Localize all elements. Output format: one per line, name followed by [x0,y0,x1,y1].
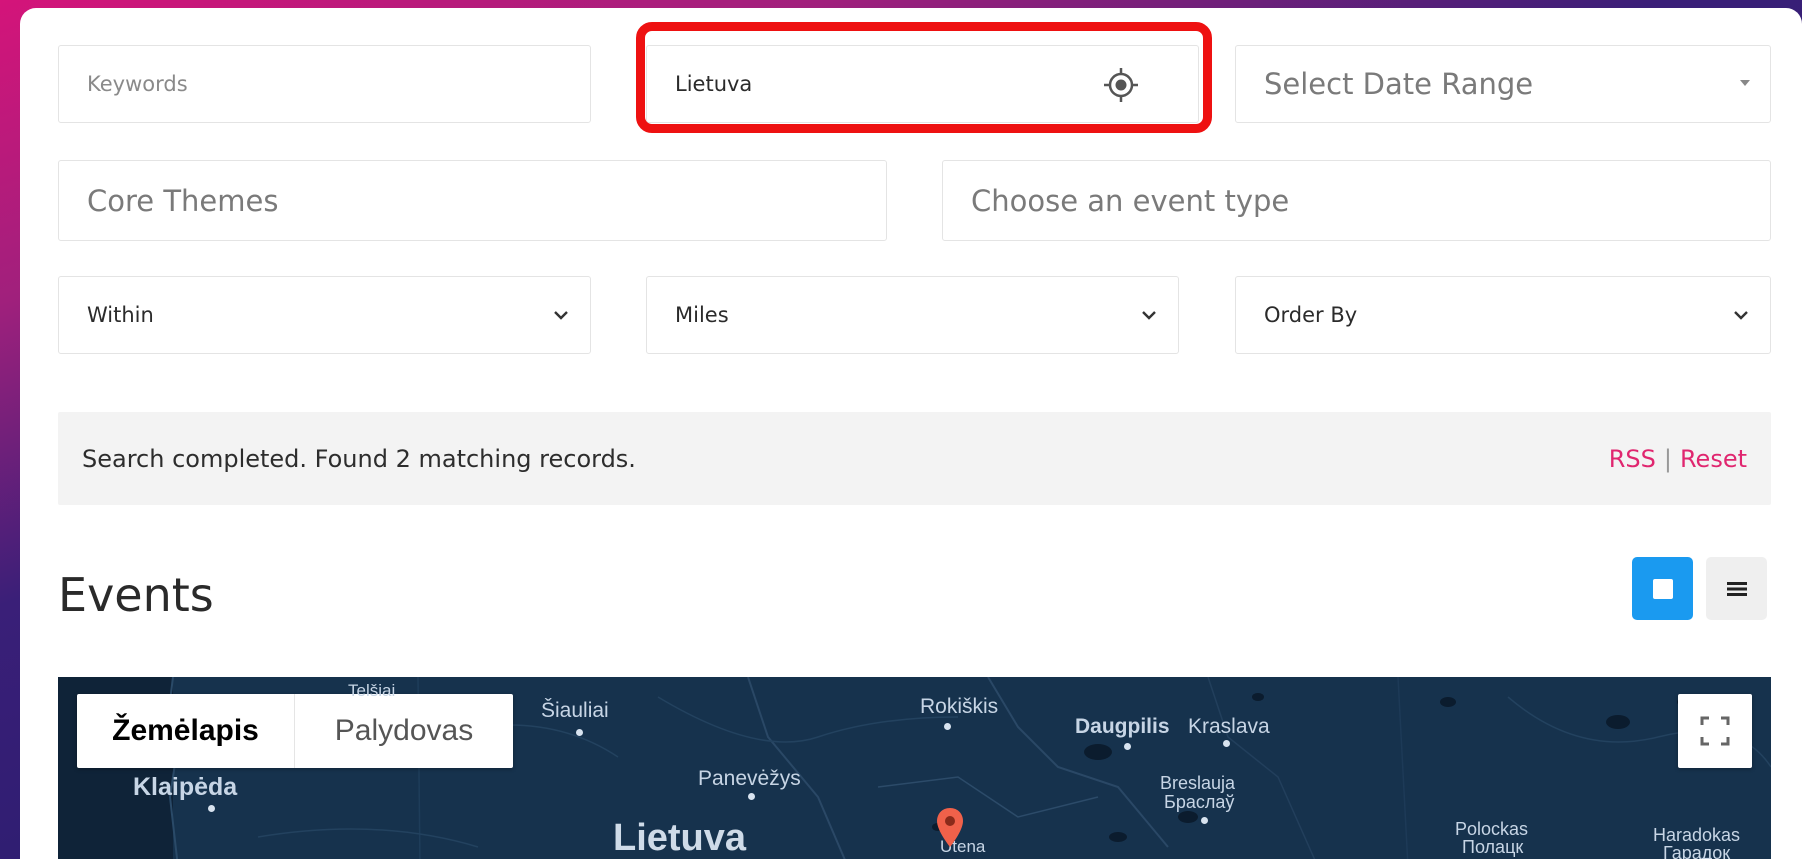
map-label-panevezys: Panevėžys [698,767,801,790]
caret-down-icon [1740,80,1750,86]
map-label-klaipeda: Klaipėda [133,773,238,801]
within-select[interactable]: Within [58,276,591,354]
tab-map[interactable]: Žemėlapis [77,694,295,768]
chevron-down-icon [554,311,568,320]
link-separator: | [1663,444,1672,473]
map-label-kraslava: Kraslava [1188,715,1270,738]
map-label-daugpilis: Daugpilis [1075,715,1170,738]
tab-satellite[interactable]: Palydovas [295,694,513,768]
order-by-label: Order By [1264,303,1358,327]
map-label-braslau: Браслаў [1164,792,1235,812]
map-type-tabs: Žemėlapis Palydovas [77,694,513,768]
reset-link[interactable]: Reset [1680,445,1747,473]
keywords-input[interactable]: Keywords [58,45,591,123]
location-value: Lietuva [675,72,753,96]
map-label-haradok: Гарадок [1663,843,1731,859]
within-label: Within [87,303,154,327]
date-range-select[interactable]: Select Date Range [1235,45,1771,123]
locate-icon[interactable] [1102,66,1140,104]
status-links: RSS | Reset [1609,445,1747,473]
grid-view-button[interactable] [1632,557,1693,620]
keywords-placeholder: Keywords [87,72,188,96]
search-status-message: Search completed. Found 2 matching recor… [82,444,636,473]
order-by-select[interactable]: Order By [1235,276,1771,354]
map-label-polack: Полацк [1462,837,1524,857]
list-icon [1726,581,1747,596]
map-label-polockas: Polockas [1455,819,1529,839]
map-city-dot [944,723,951,730]
map-city-dot [748,793,755,800]
map-label-siauliai: Šiauliai [541,699,609,722]
map-label-haradokas: Haradokas [1653,825,1741,845]
chevron-down-icon [1734,311,1748,320]
rss-link[interactable]: RSS [1609,445,1656,473]
map-city-dot [208,805,215,812]
square-icon [1652,578,1673,599]
events-map[interactable]: Žemėlapis Palydovas Telšiai Šiauliai Kla… [58,677,1771,859]
event-type-select[interactable]: Choose an event type [942,160,1771,241]
location-input[interactable]: Lietuva [646,45,1199,123]
fullscreen-icon [1700,716,1730,746]
map-label-rokiskis: Rokiškis [920,695,999,718]
map-label-telsiai: Telšiai [348,681,396,700]
event-type-placeholder: Choose an event type [971,183,1290,218]
map-city-dot [576,729,583,736]
date-range-placeholder: Select Date Range [1264,67,1534,101]
map-marker-icon[interactable] [935,807,965,849]
search-panel: Keywords Lietuva Select Date Range Core … [20,8,1802,859]
core-themes-placeholder: Core Themes [87,183,279,218]
map-label-lietuva: Lietuva [613,817,747,859]
chevron-down-icon [1142,311,1156,320]
search-status-bar: Search completed. Found 2 matching recor… [58,412,1771,505]
list-view-button[interactable] [1706,557,1767,620]
map-city-dot [1201,817,1208,824]
map-label-breslauja: Breslauja [1160,773,1236,793]
miles-select[interactable]: Miles [646,276,1179,354]
map-city-dot [1223,740,1230,747]
page-title: Events [58,568,214,622]
core-themes-select[interactable]: Core Themes [58,160,887,241]
miles-label: Miles [675,303,729,327]
fullscreen-button[interactable] [1678,694,1752,768]
map-city-dot [1124,743,1131,750]
